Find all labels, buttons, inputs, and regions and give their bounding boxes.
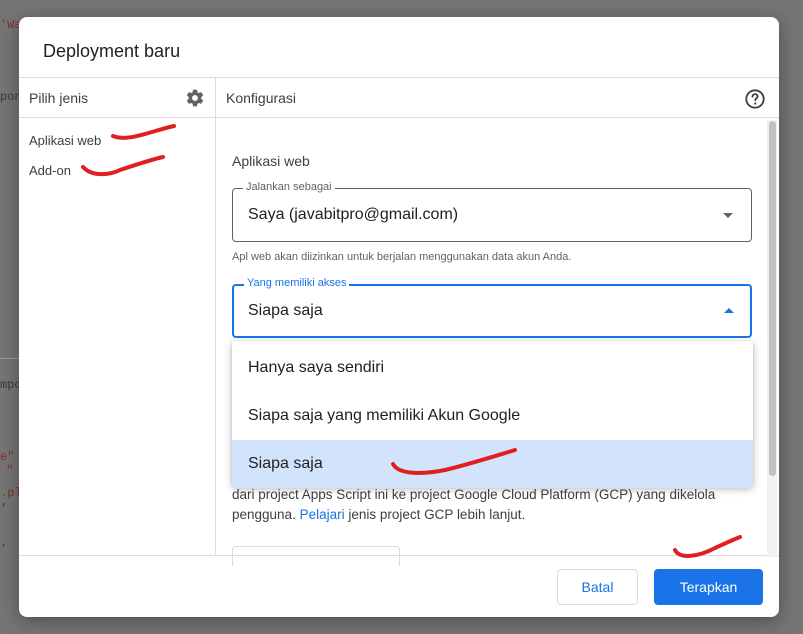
execute-as-hint: Apl web akan diizinkan untuk berjalan me…	[232, 251, 572, 263]
help-icon[interactable]	[744, 88, 766, 110]
partially-hidden-button[interactable]	[232, 546, 400, 566]
type-item-web-app[interactable]: Aplikasi web	[29, 133, 101, 148]
type-picker-panel: Pilih jenis Aplikasi web Add-on	[19, 78, 216, 555]
access-option-google-account[interactable]: Siapa saja yang memiliki Akun Google	[232, 392, 753, 440]
access-option-only-me[interactable]: Hanya saya sendiri	[232, 344, 753, 392]
access-select[interactable]: Yang memiliki akses Siapa saja	[232, 277, 752, 338]
configuration-header: Konfigurasi	[216, 78, 779, 118]
background-code-fragment: '	[0, 502, 8, 516]
execute-as-value: Saya (javabitpro@gmail.com)	[248, 206, 459, 223]
background-divider	[0, 358, 20, 359]
type-picker-header: Pilih jenis	[19, 78, 215, 118]
scrollbar-thumb[interactable]	[769, 121, 776, 476]
access-option-label: Siapa saja yang memiliki Akun Google	[248, 407, 521, 424]
access-options-menu: Hanya saya sendiri Siapa saja yang memil…	[232, 341, 753, 488]
access-legend: Yang memiliki akses	[244, 277, 350, 289]
learn-more-link[interactable]: Pelajari	[300, 507, 345, 522]
gcp-description-suffix: jenis project GCP lebih lanjut.	[348, 507, 526, 522]
access-option-label: Siapa saja	[248, 455, 323, 472]
section-title: Aplikasi web	[232, 153, 310, 169]
gcp-description-prefix: pengguna.	[232, 507, 296, 522]
chevron-up-icon	[724, 308, 734, 313]
scrollbar[interactable]	[767, 120, 777, 557]
execute-as-select[interactable]: Jalankan sebagai Saya (javabitpro@gmail.…	[232, 181, 752, 242]
background-code-fragment: .	[0, 536, 8, 550]
access-option-label: Hanya saya sendiri	[248, 359, 385, 376]
chevron-down-icon	[723, 213, 733, 218]
access-value: Siapa saja	[248, 302, 323, 319]
deployment-dialog: Deployment baru Pilih jenis Aplikasi web…	[19, 17, 779, 617]
gear-icon[interactable]	[185, 88, 205, 108]
execute-as-legend: Jalankan sebagai	[243, 181, 335, 193]
dialog-title: Deployment baru	[43, 41, 181, 61]
background-code-fragment: "	[6, 464, 14, 478]
background-code-fragment: e"	[0, 450, 15, 464]
configuration-label: Konfigurasi	[226, 90, 297, 106]
apply-button[interactable]: Terapkan	[654, 569, 763, 605]
type-item-add-on[interactable]: Add-on	[29, 163, 71, 178]
cancel-button[interactable]: Batal	[557, 569, 638, 605]
access-option-anyone[interactable]: Siapa saja	[232, 440, 753, 488]
gcp-description: dari project Apps Script ini ke project …	[232, 485, 752, 525]
gcp-description-line1: dari project Apps Script ini ke project …	[232, 487, 716, 502]
type-picker-label: Pilih jenis	[29, 90, 89, 106]
